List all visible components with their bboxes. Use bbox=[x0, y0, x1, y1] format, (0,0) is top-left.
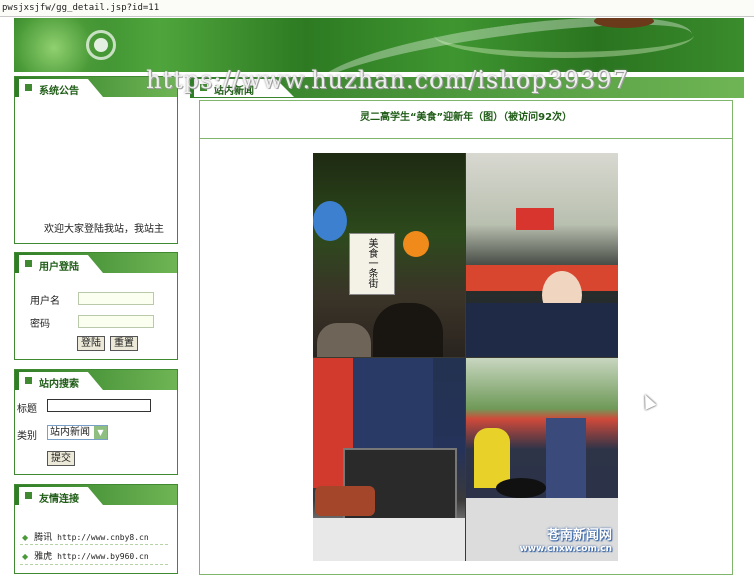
article-title: 灵二高学生“美食”迎新年（图）（被访问92次） bbox=[359, 112, 573, 123]
announcement-text: 欢迎大家登陆我站，我站主 bbox=[44, 224, 164, 235]
search-panel: 站内搜索 bbox=[14, 369, 178, 475]
bullet-icon: ◆ bbox=[22, 533, 29, 542]
login-button[interactable]: 登陆 bbox=[77, 336, 105, 351]
friend-links-title: 友情连接 bbox=[39, 494, 79, 505]
photo-watermark-url: www.cnxw.com.cn bbox=[519, 544, 612, 554]
address-bar[interactable]: pwsjxsjfw/gg_detail.jsp?id=11 bbox=[0, 0, 754, 17]
username-field[interactable] bbox=[78, 292, 154, 305]
password-label: 密码 bbox=[30, 319, 50, 330]
article-title-divider bbox=[199, 138, 733, 139]
search-title-label: 标题 bbox=[17, 404, 37, 415]
username-label: 用户名 bbox=[30, 296, 60, 307]
announcement-title: 系统公告 bbox=[39, 86, 79, 97]
search-input[interactable] bbox=[47, 399, 151, 412]
search-submit-button[interactable]: 提交 bbox=[47, 451, 75, 466]
password-field[interactable] bbox=[78, 315, 154, 328]
category-label: 类别 bbox=[17, 431, 37, 442]
announcement-panel: 系统公告 bbox=[14, 76, 178, 244]
login-title: 用户登陆 bbox=[39, 262, 79, 273]
friend-link-item[interactable]: ◆ 腾讯 http://www.cnby8.cn bbox=[22, 530, 149, 543]
chevron-down-icon[interactable]: ▼ bbox=[94, 426, 107, 439]
site-banner bbox=[14, 18, 744, 72]
photo-watermark-title: 苍南新闻网 bbox=[546, 528, 612, 543]
category-select[interactable]: 站内新闻 ▼ bbox=[47, 425, 108, 440]
article-photo: 美食一条街 苍南新闻网 www.cnxw.com.cn bbox=[313, 153, 618, 561]
site-watermark: https://www.huzhan.com/ishop39397 bbox=[146, 66, 629, 94]
reset-button[interactable]: 重置 bbox=[110, 336, 138, 351]
friend-link-item[interactable]: ◆ 雅虎 http://www.by960.cn bbox=[22, 549, 149, 562]
photo-sign-text: 美食一条街 bbox=[366, 238, 377, 288]
search-title: 站内搜索 bbox=[39, 379, 79, 390]
bullet-icon: ◆ bbox=[22, 552, 29, 561]
category-value: 站内新闻 bbox=[50, 427, 90, 438]
